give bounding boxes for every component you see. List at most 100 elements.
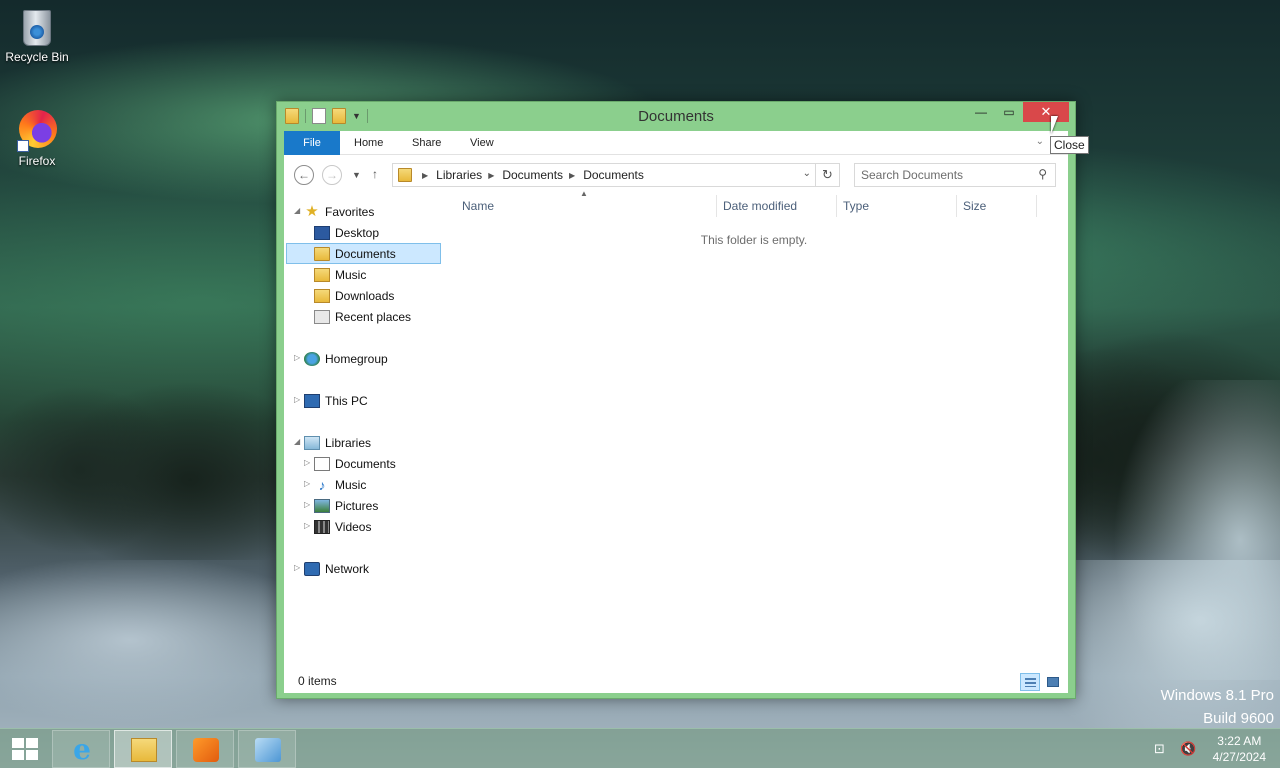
expand-lib-videos-icon[interactable]: ▷ [304,521,310,530]
recent-locations-icon[interactable]: ▼ [352,170,361,180]
nav-this-pc[interactable]: This PC [304,390,368,411]
nav-libraries[interactable]: Libraries [304,432,371,453]
nav-lib-videos[interactable]: Videos [314,516,371,537]
music-folder-icon [314,267,330,282]
watermark-build: Build 9600 [1203,710,1274,727]
expand-homegroup-icon[interactable]: ▷ [294,353,300,362]
tab-home[interactable]: Home [354,131,383,155]
recycle-bin-shortcut[interactable]: Recycle Bin [0,6,74,64]
nav-network[interactable]: Network [304,558,369,579]
expand-ribbon-icon[interactable]: ⌄ [1036,136,1044,147]
nav-favorites[interactable]: ★ Favorites [304,201,374,222]
forward-button[interactable]: → [322,165,342,185]
nav-lib-pictures[interactable]: Pictures [314,495,378,516]
nav-downloads[interactable]: Downloads [314,285,394,306]
refresh-icon[interactable]: ↻ [815,164,839,186]
search-box[interactable]: ⚲ [854,163,1056,187]
network-status-icon[interactable]: ⊡ [1154,741,1170,756]
ribbon-tabs: File Home Share View ⌄ [284,131,1068,155]
large-icons-view-icon [1047,677,1059,687]
internet-explorer-icon: e [73,733,91,766]
music-note-icon: ♪ [318,476,326,493]
nav-documents[interactable]: Documents [286,243,441,264]
file-list[interactable]: ▲ Name Date modified Type Size This fold… [454,189,1064,665]
wallpaper-snow-right [1090,380,1280,680]
details-view-button[interactable] [1020,673,1040,691]
breadcrumb-libraries[interactable]: Libraries [436,168,482,182]
expand-lib-documents-icon[interactable]: ▷ [304,458,310,467]
large-icons-view-button[interactable] [1042,673,1062,691]
column-size[interactable]: Size [963,199,986,213]
breadcrumb-documents-2[interactable]: Documents [583,168,644,182]
os-watermark: Windows 8.1 Pro Build 9600 [1161,684,1274,730]
column-date-modified[interactable]: Date modified [723,199,797,213]
firefox-label: Firefox [18,154,56,168]
taskbar-internet-explorer[interactable]: e [52,730,110,768]
recycle-bin-icon [17,6,57,48]
collapse-favorites-icon[interactable]: ◢ [294,206,300,215]
expand-network-icon[interactable]: ▷ [294,563,300,572]
address-bar[interactable]: ▶ Libraries ▶ Documents ▶ Documents ⌄ ↻ [392,163,840,187]
recycle-bin-label: Recycle Bin [5,50,69,64]
clock-time: 3:22 AM [1217,734,1262,748]
maximize-button[interactable]: ▭ [995,102,1023,122]
videos-icon [314,519,330,534]
homegroup-icon [304,351,320,366]
search-icon[interactable]: ⚲ [1038,167,1047,181]
sort-caret-icon: ▲ [580,189,588,198]
desktop-icon [314,225,330,240]
explorer-window: ▼ Documents — ▭ ✕ File Home Share View ⌄… [276,101,1076,699]
back-button[interactable]: ← [294,165,314,185]
search-input[interactable] [861,164,1031,186]
close-button[interactable]: ✕ [1023,102,1069,122]
network-icon [304,561,320,576]
address-row: ← → ▼ ↑ ▶ Libraries ▶ Documents ▶ Docume… [284,161,1068,187]
clock[interactable]: 3:22 AM 4/27/2024 [1213,733,1266,765]
status-bar: 0 items [284,669,1068,693]
firefox-shortcut[interactable]: Firefox [0,110,74,168]
tab-share[interactable]: Share [412,131,441,155]
start-button[interactable] [12,738,38,760]
clock-date: 4/27/2024 [1212,750,1266,764]
document-icon [314,456,330,471]
documents-folder-icon [314,246,330,261]
expand-lib-pictures-icon[interactable]: ▷ [304,500,310,509]
nav-lib-documents[interactable]: Documents [314,453,396,474]
tab-view[interactable]: View [470,131,494,155]
column-type[interactable]: Type [843,199,869,213]
nav-recent-places[interactable]: Recent places [314,306,411,327]
empty-folder-message: This folder is empty. [700,233,808,247]
nav-lib-music[interactable]: ♪ Music [314,474,367,495]
expand-this-pc-icon[interactable]: ▷ [294,395,300,404]
title-bar[interactable]: ▼ Documents — ▭ ✕ [277,102,1075,132]
tab-file[interactable]: File [284,131,340,155]
media-player-icon [193,738,219,762]
taskbar-network-app[interactable] [238,730,296,768]
volume-muted-icon[interactable]: 🔇 [1180,741,1196,756]
window-title: Documents [638,108,714,125]
pictures-icon [314,498,330,513]
nav-music[interactable]: Music [314,264,366,285]
star-icon: ★ [305,202,319,220]
watermark-edition: Windows 8.1 Pro [1160,687,1274,704]
taskbar: e ⊡ 🔇 3:22 AM 4/27/2024 [0,728,1280,768]
taskbar-file-explorer[interactable] [114,730,172,768]
up-button[interactable]: ↑ [372,167,378,181]
nav-desktop[interactable]: Desktop [314,222,379,243]
computer-icon [304,393,320,408]
item-count: 0 items [298,674,337,688]
collapse-libraries-icon[interactable]: ◢ [294,437,300,446]
mouse-cursor-icon [1051,116,1058,134]
address-dropdown-icon[interactable]: ⌄ [803,168,811,179]
navigation-pane: ◢ ★ Favorites Desktop Documents Music Do… [284,195,444,665]
nav-homegroup[interactable]: Homegroup [304,348,388,369]
minimize-button[interactable]: — [967,102,995,122]
network-app-icon [255,738,281,762]
location-folder-icon [398,168,412,182]
expand-lib-music-icon[interactable]: ▷ [304,479,310,488]
column-name[interactable]: Name [462,199,494,213]
windows-logo-icon [12,738,24,748]
taskbar-media-player[interactable] [176,730,234,768]
libraries-icon [304,435,320,450]
breadcrumb-documents[interactable]: Documents [502,168,563,182]
